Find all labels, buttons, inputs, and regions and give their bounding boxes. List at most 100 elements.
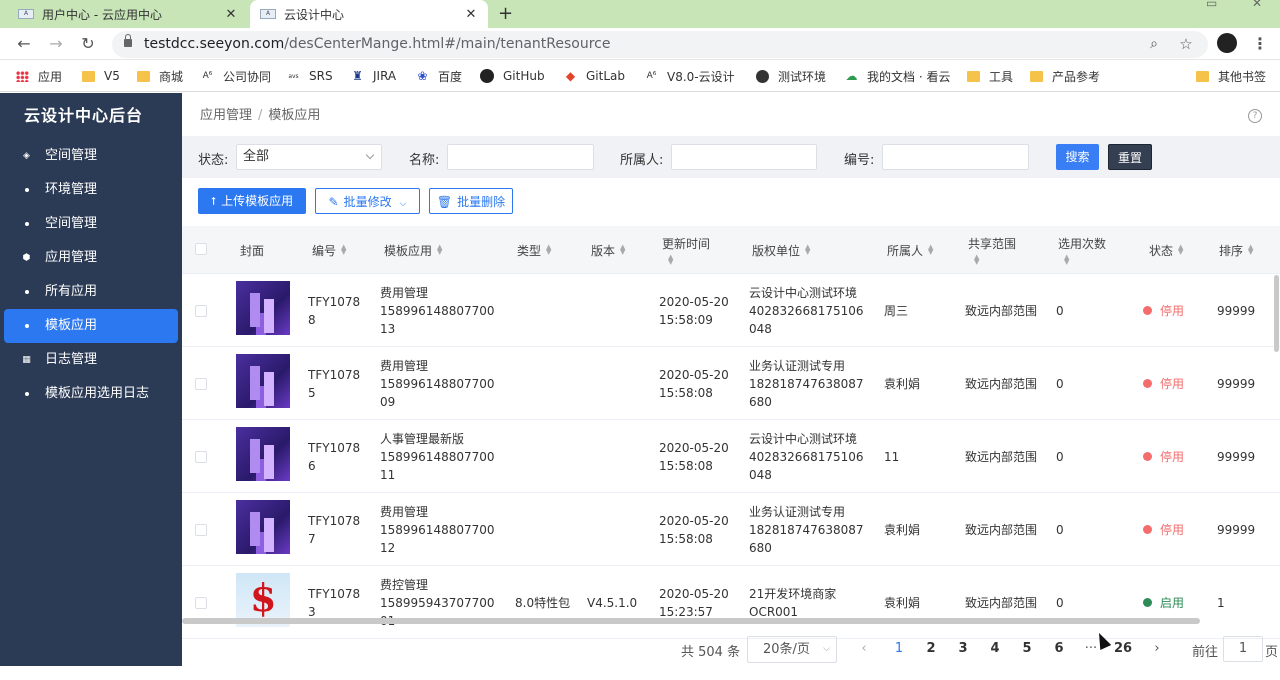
zoom-icon[interactable]: ⌕: [1144, 34, 1164, 54]
bookmark-v5[interactable]: V5: [82, 60, 120, 92]
row-checkbox[interactable]: [195, 378, 207, 390]
column-type[interactable]: 类型 ▲ ▼: [517, 226, 551, 274]
batch-delete-button[interactable]: 🗑 批量删除: [429, 188, 513, 214]
sidebar-group-apps[interactable]: ⬢ 应用管理: [0, 241, 182, 275]
column-uses[interactable]: 选用次数 ▲ ▼: [1058, 226, 1106, 274]
cell-template-app[interactable]: 费用管理 15899614880770009: [380, 347, 496, 420]
back-arrow-icon[interactable]: ←: [14, 34, 34, 54]
owner-input[interactable]: [671, 144, 817, 170]
browser-tab-user-center[interactable]: A 用户中心 - 云应用中心 ✕: [8, 0, 248, 28]
cell-template-app[interactable]: 费控管理15899594370770001: [380, 566, 496, 639]
bookmark-v8[interactable]: A⁶ V8.0-云设计: [645, 60, 735, 92]
cell-template-app[interactable]: 费用管理 15899614880770012: [380, 493, 496, 566]
breadcrumb-parent[interactable]: 应用管理: [200, 108, 252, 123]
browser-tab-design-center[interactable]: A 云设计中心 ✕: [250, 0, 488, 28]
next-page-button[interactable]: ›: [1145, 641, 1169, 656]
bookmark-shop[interactable]: 商城: [137, 60, 183, 92]
column-template-app[interactable]: 模板应用 ▲ ▼: [384, 226, 442, 274]
bookmark-github[interactable]: GitHub: [480, 60, 545, 92]
sidebar-group-logs[interactable]: ▦ 日志管理: [0, 343, 182, 377]
bookmark-cooperation[interactable]: A⁶ 公司协同: [201, 60, 271, 92]
sort-icon[interactable]: ▲ ▼: [546, 244, 551, 256]
column-version[interactable]: 版本 ▲ ▼: [591, 226, 625, 274]
star-icon[interactable]: ☆: [1176, 34, 1196, 54]
sort-icon[interactable]: ▲ ▼: [668, 254, 673, 266]
code-input[interactable]: [882, 144, 1029, 170]
row-checkbox[interactable]: [195, 451, 207, 463]
table-row[interactable]: TFY10787 费用管理 15899614880770012 2020-05-20 1…: [182, 493, 1280, 566]
column-updated[interactable]: 更新时间 ▲ ▼: [662, 226, 710, 274]
horizontal-scrollbar[interactable]: [182, 618, 1200, 624]
bookmark-baidu[interactable]: ❀ 百度: [416, 60, 462, 92]
vertical-scrollbar[interactable]: [1274, 275, 1279, 352]
select-all-checkbox[interactable]: [195, 243, 207, 255]
bookmark-srs[interactable]: avs SRS: [287, 60, 332, 92]
sidebar-item-template-log[interactable]: 模板应用选用日志: [0, 377, 182, 411]
column-owner[interactable]: 所属人 ▲ ▼: [887, 226, 933, 274]
bookmark-kancloud[interactable]: ☁ 我的文档 · 看云: [845, 60, 951, 92]
sort-icon[interactable]: ▲ ▼: [1248, 244, 1253, 256]
close-tab-icon[interactable]: ✕: [224, 7, 238, 22]
bookmark-product-ref[interactable]: 产品参考: [1030, 60, 1100, 92]
url-bar[interactable]: testdcc.seeyon.com/desCenterMange.html#/…: [112, 31, 1208, 58]
sort-icon[interactable]: ▲ ▼: [974, 254, 979, 266]
column-code[interactable]: 编号 ▲ ▼: [312, 226, 346, 274]
sidebar-item-space[interactable]: 空间管理: [0, 207, 182, 241]
cell-template-app[interactable]: 费用管理 15899614880770013: [380, 274, 496, 347]
sidebar-item-environment[interactable]: 环境管理: [0, 173, 182, 207]
sort-icon[interactable]: ▲ ▼: [805, 244, 810, 256]
page-last[interactable]: 26: [1111, 641, 1135, 656]
search-button[interactable]: 搜索: [1056, 144, 1099, 170]
sidebar-group-space[interactable]: ◈ 空间管理: [0, 139, 182, 173]
bookmark-apps[interactable]: 应用: [16, 60, 62, 92]
table-row[interactable]: TFY10788 费用管理 15899614880770013 2020-05-20 1…: [182, 274, 1280, 347]
upload-template-button[interactable]: ⭡ 上传模板应用: [198, 188, 306, 214]
row-checkbox[interactable]: [195, 305, 207, 317]
menu-kebab-icon[interactable]: ⋮: [1250, 34, 1270, 54]
close-tab-icon[interactable]: ✕: [464, 7, 478, 22]
page-1[interactable]: 1: [887, 641, 911, 656]
column-copyright[interactable]: 版权单位 ▲ ▼: [752, 226, 810, 274]
new-tab-button[interactable]: +: [498, 0, 513, 28]
sort-icon[interactable]: ▲ ▼: [928, 244, 933, 256]
column-order[interactable]: 排序 ▲ ▼: [1219, 226, 1253, 274]
sort-icon[interactable]: ▲ ▼: [1178, 244, 1183, 256]
page-3[interactable]: 3: [951, 641, 975, 656]
row-checkbox[interactable]: [195, 597, 207, 609]
page-6[interactable]: 6: [1047, 641, 1071, 656]
sort-icon[interactable]: ▲ ▼: [341, 244, 346, 256]
page-4[interactable]: 4: [983, 641, 1007, 656]
page-size-select[interactable]: 20条/页 ⌵: [747, 636, 837, 663]
minimize-icon[interactable]: ▭: [1206, 0, 1217, 10]
goto-page-input[interactable]: 1: [1223, 636, 1263, 662]
status-select[interactable]: 全部: [236, 144, 382, 170]
profile-avatar-icon[interactable]: [1217, 33, 1237, 53]
cell-template-app[interactable]: 人事管理最新版 15899614880770011: [380, 420, 496, 493]
column-share[interactable]: 共享范围 ▲ ▼: [968, 226, 1016, 274]
reload-icon[interactable]: ↻: [78, 34, 98, 54]
help-icon[interactable]: ?: [1248, 109, 1262, 123]
sort-icon[interactable]: ▲ ▼: [1064, 254, 1069, 266]
sort-icon[interactable]: ▲ ▼: [437, 244, 442, 256]
row-checkbox[interactable]: [195, 524, 207, 536]
forward-arrow-icon[interactable]: →: [46, 34, 66, 54]
table-row[interactable]: TFY10785 费用管理 15899614880770009 2020-05-20 1…: [182, 347, 1280, 420]
page-2[interactable]: 2: [919, 641, 943, 656]
name-input[interactable]: [447, 144, 594, 170]
table-row[interactable]: $ TFY10783 费控管理15899594370770001 8.0特性包 V4.5…: [182, 566, 1280, 639]
sidebar-item-template-apps[interactable]: 模板应用: [4, 309, 178, 343]
sidebar-item-all-apps[interactable]: 所有应用: [0, 275, 182, 309]
bookmark-jira[interactable]: ♜ JIRA: [351, 60, 396, 92]
reset-button[interactable]: 重置: [1108, 144, 1152, 170]
sort-icon[interactable]: ▲ ▼: [620, 244, 625, 256]
close-window-icon[interactable]: ✕: [1252, 0, 1262, 10]
prev-page-button[interactable]: ‹: [852, 641, 876, 656]
page-5[interactable]: 5: [1015, 641, 1039, 656]
bookmark-gitlab[interactable]: ◆ GitLab: [564, 60, 625, 92]
bookmark-test-env[interactable]: 测试环境: [756, 60, 826, 92]
bookmark-tools[interactable]: 工具: [967, 60, 1013, 92]
table-row[interactable]: TFY10786 人事管理最新版 15899614880770011 2020-05-…: [182, 420, 1280, 493]
batch-edit-button[interactable]: ✎ 批量修改 ⌵: [315, 188, 420, 214]
column-status[interactable]: 状态 ▲ ▼: [1149, 226, 1183, 274]
bookmark-other[interactable]: 其他书签: [1196, 60, 1266, 92]
